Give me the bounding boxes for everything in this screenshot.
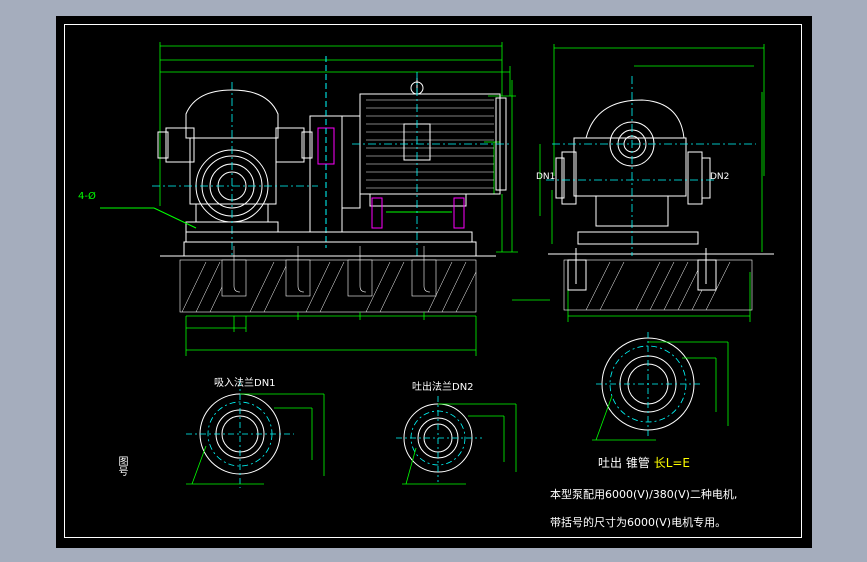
outlet-length: 长L=E (653, 456, 691, 470)
suction-flange-label: 吸入法兰DN1 (214, 378, 276, 389)
discharge-flange-label: 吐出法兰DN2 (412, 382, 474, 393)
side-view (512, 44, 774, 322)
motor (359, 78, 507, 229)
bottom-dimensions (185, 312, 477, 356)
outlet-cone-view (592, 332, 729, 441)
right-dimensions (484, 141, 503, 252)
hole-label: 4-Ø (78, 191, 96, 202)
front-view (100, 42, 518, 356)
note-line-1: 本型泵配用6000(V)/380(V)二种电机, (550, 488, 738, 501)
dn2-label: DN2 (710, 172, 730, 182)
pump-drawing (100, 42, 774, 488)
discharge-flange-view (396, 396, 517, 485)
dn1-label: DN1 (536, 172, 556, 182)
drawing-number-label: 图号 (116, 456, 127, 476)
base-plate (160, 231, 496, 257)
note-line-2: 带括号的尺寸为6000(V)电机专用。 (550, 516, 727, 529)
outlet-label: 吐出 (598, 456, 623, 470)
outlet-cone-label: 吐出 锥管 长L=E (598, 454, 690, 471)
drawing-canvas: 4-Ø DN1 DN2 吸入法兰DN1 吐出法兰DN2 吐出 锥管 长L=E 本… (56, 16, 812, 548)
outlet-suffix: 锥管 (625, 456, 650, 470)
suction-flange-view (186, 380, 325, 488)
pump-casing (157, 89, 313, 233)
coupling (309, 56, 361, 248)
